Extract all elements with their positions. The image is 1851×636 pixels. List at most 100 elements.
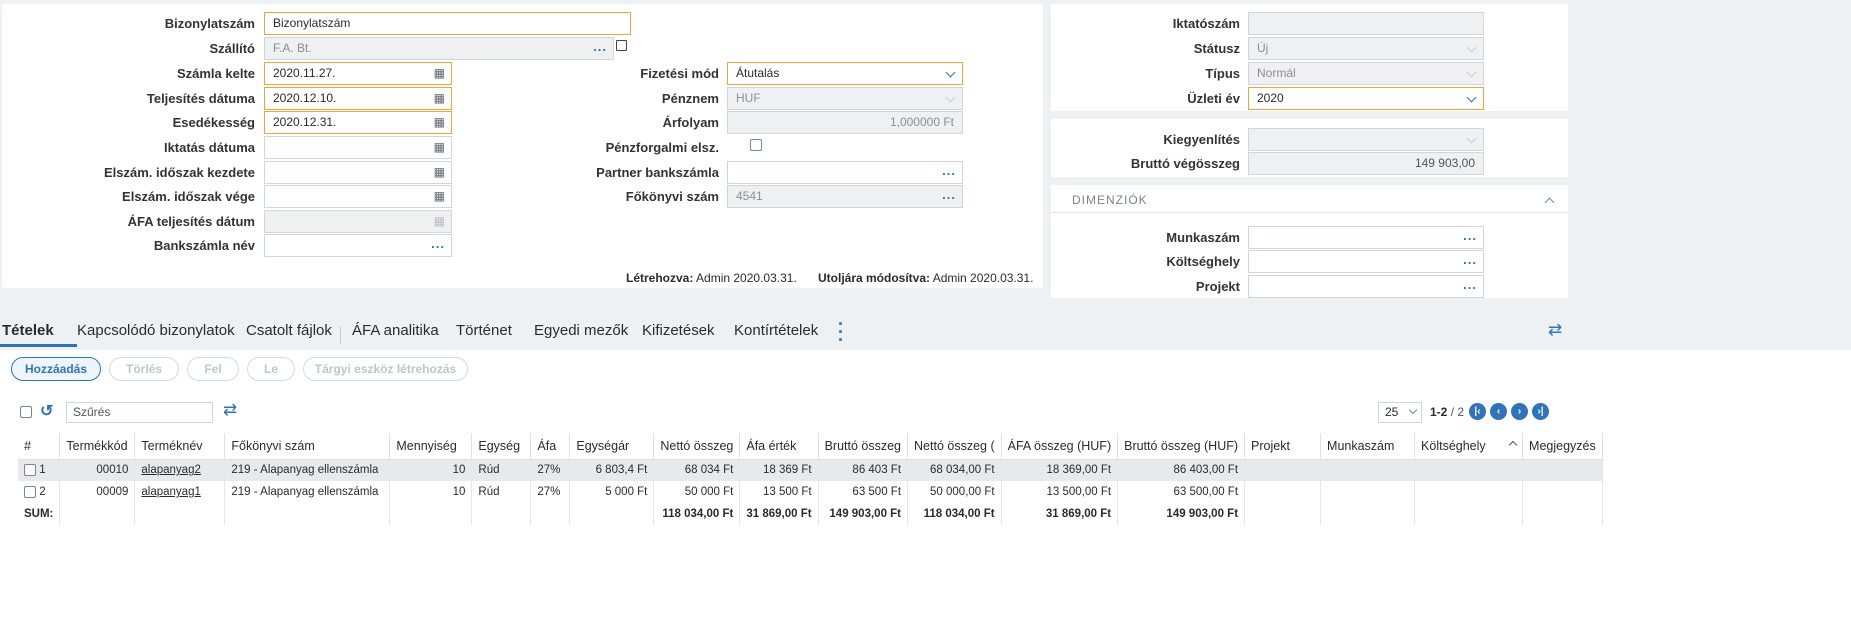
col-header[interactable]: # — [18, 433, 61, 460]
col-header[interactable]: Áfa érték — [739, 433, 819, 460]
col-header[interactable]: Költséghely — [1414, 433, 1524, 460]
calendar-icon[interactable]: ▦ — [434, 162, 445, 183]
bank-account-name-field[interactable]: ... — [264, 234, 452, 257]
filing-date-field[interactable]: ▦ — [264, 136, 452, 159]
col-header[interactable]: Megjegyzés — [1522, 433, 1603, 460]
cell: 86 403,00 Ft — [1117, 459, 1246, 481]
delete-button[interactable]: Törlés — [109, 357, 179, 381]
col-header[interactable]: Áfa — [530, 433, 571, 460]
next-page-icon[interactable]: › — [1511, 403, 1528, 420]
business-year-select[interactable]: 2020 — [1248, 87, 1484, 110]
col-header[interactable]: Termékkód — [59, 433, 136, 460]
cell — [1244, 481, 1322, 503]
swap-icon[interactable]: ⇄ — [1548, 320, 1562, 340]
col-header[interactable]: ÁFA összeg (HUF) — [1001, 433, 1119, 460]
col-header[interactable]: Munkaszám — [1320, 433, 1416, 460]
col-header[interactable]: Egységár — [569, 433, 655, 460]
cell — [530, 503, 571, 525]
dimensions-divider — [1052, 212, 1568, 213]
chevron-down-icon — [1408, 405, 1418, 415]
created-label: Létrehozva: — [626, 271, 694, 285]
more-icon[interactable]: ... — [1463, 251, 1477, 270]
add-button[interactable]: Hozzáadás — [11, 357, 101, 381]
more-icon[interactable]: ... — [593, 38, 607, 57]
prev-page-icon[interactable]: ‹ — [1490, 403, 1507, 420]
modified-value: Admin 2020.03.31. — [932, 271, 1034, 285]
table-row[interactable]: 2 00009 alapanyag1 219 - Alapanyag ellen… — [18, 481, 1603, 503]
col-header[interactable]: Projekt — [1244, 433, 1322, 460]
col-header[interactable]: Nettó összeg — [653, 433, 741, 460]
project-field[interactable]: ... — [1248, 275, 1484, 298]
cell — [1522, 503, 1603, 525]
due-date-field[interactable]: 2020.12.31. ▦ — [264, 111, 452, 134]
tab-egyedi[interactable]: Egyedi mezők — [534, 322, 628, 339]
edit-icon[interactable] — [616, 40, 627, 51]
more-icon[interactable]: ... — [1463, 276, 1477, 295]
cash-accounting-checkbox[interactable] — [750, 139, 762, 151]
period-end-field[interactable]: ▦ — [264, 185, 452, 208]
tab-kapcsolodo[interactable]: Kapcsolódó bizonylatok — [77, 322, 235, 339]
bizonylatszam-input[interactable]: Bizonylatszám — [264, 12, 631, 35]
cell — [1522, 459, 1603, 481]
col-header[interactable]: Egység — [471, 433, 532, 460]
calendar-icon[interactable]: ▦ — [434, 88, 445, 109]
create-asset-button[interactable]: Tárgyi eszköz létrehozás — [303, 357, 468, 381]
tab-csatolt[interactable]: Csatolt fájlok — [246, 322, 332, 339]
cell: 27% — [530, 459, 571, 481]
col-header[interactable]: Bruttó összeg (HUF) — [1117, 433, 1246, 460]
page-size-select[interactable]: 25 — [1378, 402, 1422, 423]
calendar-icon[interactable]: ▦ — [434, 137, 445, 158]
label-bank-account-name: Bankszámla név — [153, 238, 255, 253]
tab-tetelek[interactable]: Tételek — [2, 322, 54, 339]
select-all-checkbox[interactable] — [20, 406, 32, 418]
down-button[interactable]: Le — [247, 357, 295, 381]
tab-kifizetesek[interactable]: Kifizetések — [642, 322, 715, 339]
table-row[interactable]: 1 00010 alapanyag2 219 - Alapanyag ellen… — [18, 459, 1603, 481]
cell — [1414, 481, 1524, 503]
fulfillment-date-field[interactable]: 2020.12.10. ▦ — [264, 87, 452, 110]
sort-up-icon[interactable] — [1508, 440, 1518, 450]
label-business-year: Üzleti év — [1187, 91, 1240, 106]
payment-method-select[interactable]: Átutalás — [727, 62, 963, 85]
refresh-icon[interactable]: ↺ — [40, 401, 53, 421]
period-start-field[interactable]: ▦ — [264, 161, 452, 184]
col-header[interactable]: Nettó összeg ( — [907, 433, 1002, 460]
invoice-date-field[interactable]: 2020.11.27. ▦ — [264, 62, 452, 85]
swap-icon[interactable]: ⇄ — [223, 400, 237, 420]
tab-tortenet[interactable]: Történet — [456, 322, 512, 339]
col-header[interactable]: Terméknév — [134, 433, 226, 460]
more-vertical-icon[interactable]: · · · — [838, 315, 844, 349]
col-header[interactable]: Bruttó összeg — [818, 433, 909, 460]
filter-input[interactable]: Szűrés — [66, 402, 213, 423]
partner-bank-field[interactable]: ... — [727, 161, 963, 184]
product-link[interactable]: alapanyag2 — [134, 459, 226, 481]
up-button[interactable]: Fel — [187, 357, 239, 381]
more-icon[interactable]: ... — [1463, 227, 1477, 246]
more-icon[interactable]: ... — [431, 235, 445, 254]
product-link[interactable]: alapanyag1 — [134, 481, 226, 503]
col-header[interactable]: Mennyiség — [389, 433, 473, 460]
col-header[interactable]: Főkönyvi szám — [224, 433, 391, 460]
last-page-icon[interactable]: ›| — [1532, 403, 1549, 420]
type-select: Normál — [1248, 62, 1484, 85]
label-gl-account: Főkönyvi szám — [625, 189, 719, 204]
row-checkbox[interactable] — [24, 485, 36, 498]
cost-center-field[interactable]: ... — [1248, 250, 1484, 273]
dimensions-title[interactable]: DIMENZIÓK — [1072, 193, 1148, 207]
tab-kontir[interactable]: Kontírtételek — [734, 322, 818, 339]
label-cash-accounting: Pénzforgalmi elsz. — [605, 140, 719, 155]
cell — [1320, 503, 1416, 525]
tab-afa[interactable]: ÁFA analitika — [352, 322, 439, 339]
calendar-icon[interactable]: ▦ — [434, 112, 445, 133]
label-gross-total: Bruttó végösszeg — [1130, 156, 1240, 171]
first-page-icon[interactable]: |‹ — [1469, 403, 1486, 420]
more-icon[interactable]: ... — [942, 162, 956, 181]
calendar-icon[interactable]: ▦ — [434, 63, 445, 84]
gl-account-field[interactable]: 4541... — [727, 185, 963, 208]
calendar-icon[interactable]: ▦ — [434, 186, 445, 207]
work-number-field[interactable]: ... — [1248, 226, 1484, 249]
supplier-field[interactable]: F.A. Bt.... — [264, 37, 614, 60]
label-exchange-rate: Árfolyam — [662, 115, 719, 130]
more-icon[interactable]: ... — [942, 186, 956, 205]
row-checkbox[interactable] — [24, 464, 36, 477]
